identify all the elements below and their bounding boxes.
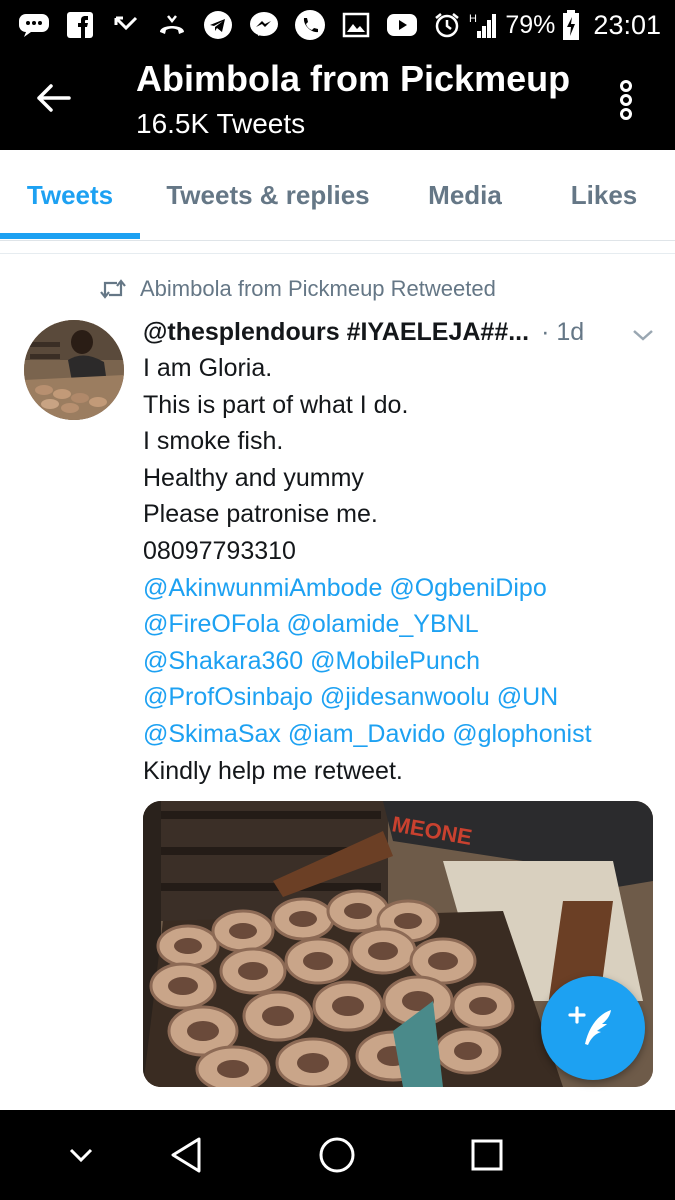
whatsapp-icon [294, 9, 326, 41]
system-navigation-bar [0, 1110, 675, 1200]
mention-links[interactable]: @FireOFola @olamide_YBNL [143, 606, 663, 643]
chevron-down-icon [69, 1148, 93, 1163]
tweet-line: Please patronise me. [143, 500, 378, 529]
nav-home-button[interactable] [312, 1130, 362, 1180]
mention-links[interactable]: @Shakara360 @MobilePunch [143, 643, 663, 680]
mention-links[interactable]: @SkimaSax @iam_Davido @glophonist [143, 716, 663, 753]
retweet-icon [100, 279, 126, 299]
tab-tweets-and-replies[interactable]: Tweets & replies [150, 150, 386, 240]
notification-icons [18, 8, 418, 42]
tweet-author-handle[interactable]: @thesplendours #IYAELEJA##... [143, 318, 529, 347]
phone-number: 08097793310 [143, 536, 296, 565]
tweet-line: I smoke fish. [143, 427, 284, 456]
messages-icon [18, 9, 50, 41]
tab-likes[interactable]: Likes [545, 150, 663, 240]
tweet-author-row: @thesplendours #IYAELEJA##... · 1d [143, 314, 643, 350]
alarm-icon [431, 9, 463, 41]
facebook-icon [64, 9, 96, 41]
divider [0, 253, 675, 254]
missed-call-icon [110, 9, 142, 41]
compose-feather-icon [568, 1006, 611, 1045]
battery-percent: 79% [505, 10, 556, 39]
tweet-line: This is part of what I do. [143, 390, 409, 419]
tab-tweets[interactable]: Tweets [0, 150, 140, 240]
back-button[interactable] [28, 76, 78, 120]
mention-links[interactable]: @AkinwunmiAmbode @OgbeniDipo [143, 570, 663, 607]
profile-header: Abimbola from Pickmeup 16.5K Tweets [0, 50, 675, 150]
circle-home-icon [319, 1137, 355, 1173]
battery-charging-icon [561, 9, 581, 41]
nav-recents-button[interactable] [462, 1130, 512, 1180]
retweet-context: Abimbola from Pickmeup Retweeted [100, 274, 496, 304]
gallery-icon [340, 9, 372, 41]
active-tab-indicator [0, 233, 140, 239]
chevron-down-icon [633, 330, 653, 341]
profile-name: Abimbola from Pickmeup [136, 58, 571, 99]
tweet-line: Healthy and yummy [143, 463, 364, 492]
tab-media[interactable]: Media [405, 150, 525, 240]
avatar[interactable] [24, 320, 124, 420]
messenger-icon [248, 9, 280, 41]
system-status: H 79% 23:01 [431, 8, 661, 42]
compose-tweet-button[interactable] [541, 976, 645, 1080]
tweet-text: I am Gloria. This is part of what I do. … [143, 350, 663, 789]
svg-text:H: H [469, 13, 477, 25]
tweet-count: 16.5K Tweets [136, 108, 306, 139]
tweet-options-button[interactable] [630, 322, 656, 348]
hide-keyboard-button[interactable] [56, 1130, 106, 1180]
retweet-label[interactable]: Abimbola from Pickmeup Retweeted [140, 276, 496, 302]
telegram-icon [202, 9, 234, 41]
nav-back-button[interactable] [162, 1130, 212, 1180]
call-forward-icon [156, 9, 188, 41]
clock: 23:01 [593, 9, 661, 40]
profile-tabs: Tweets Tweets & replies Media Likes [0, 150, 675, 241]
youtube-icon [386, 9, 418, 41]
square-recents-icon [471, 1139, 503, 1171]
status-bar: H 79% 23:01 [0, 0, 675, 50]
more-vertical-icon [620, 80, 632, 120]
tweet-timestamp: · 1d [541, 317, 585, 346]
triangle-back-icon [171, 1137, 201, 1173]
overflow-menu-button[interactable] [608, 75, 644, 125]
back-arrow-icon [37, 84, 71, 112]
tweet-line: I am Gloria. [143, 354, 273, 382]
signal-icon: H [469, 9, 499, 41]
tweet-line: Kindly help me retweet. [143, 756, 403, 785]
mention-links[interactable]: @ProfOsinbajo @jidesanwoolu @UN [143, 679, 663, 716]
